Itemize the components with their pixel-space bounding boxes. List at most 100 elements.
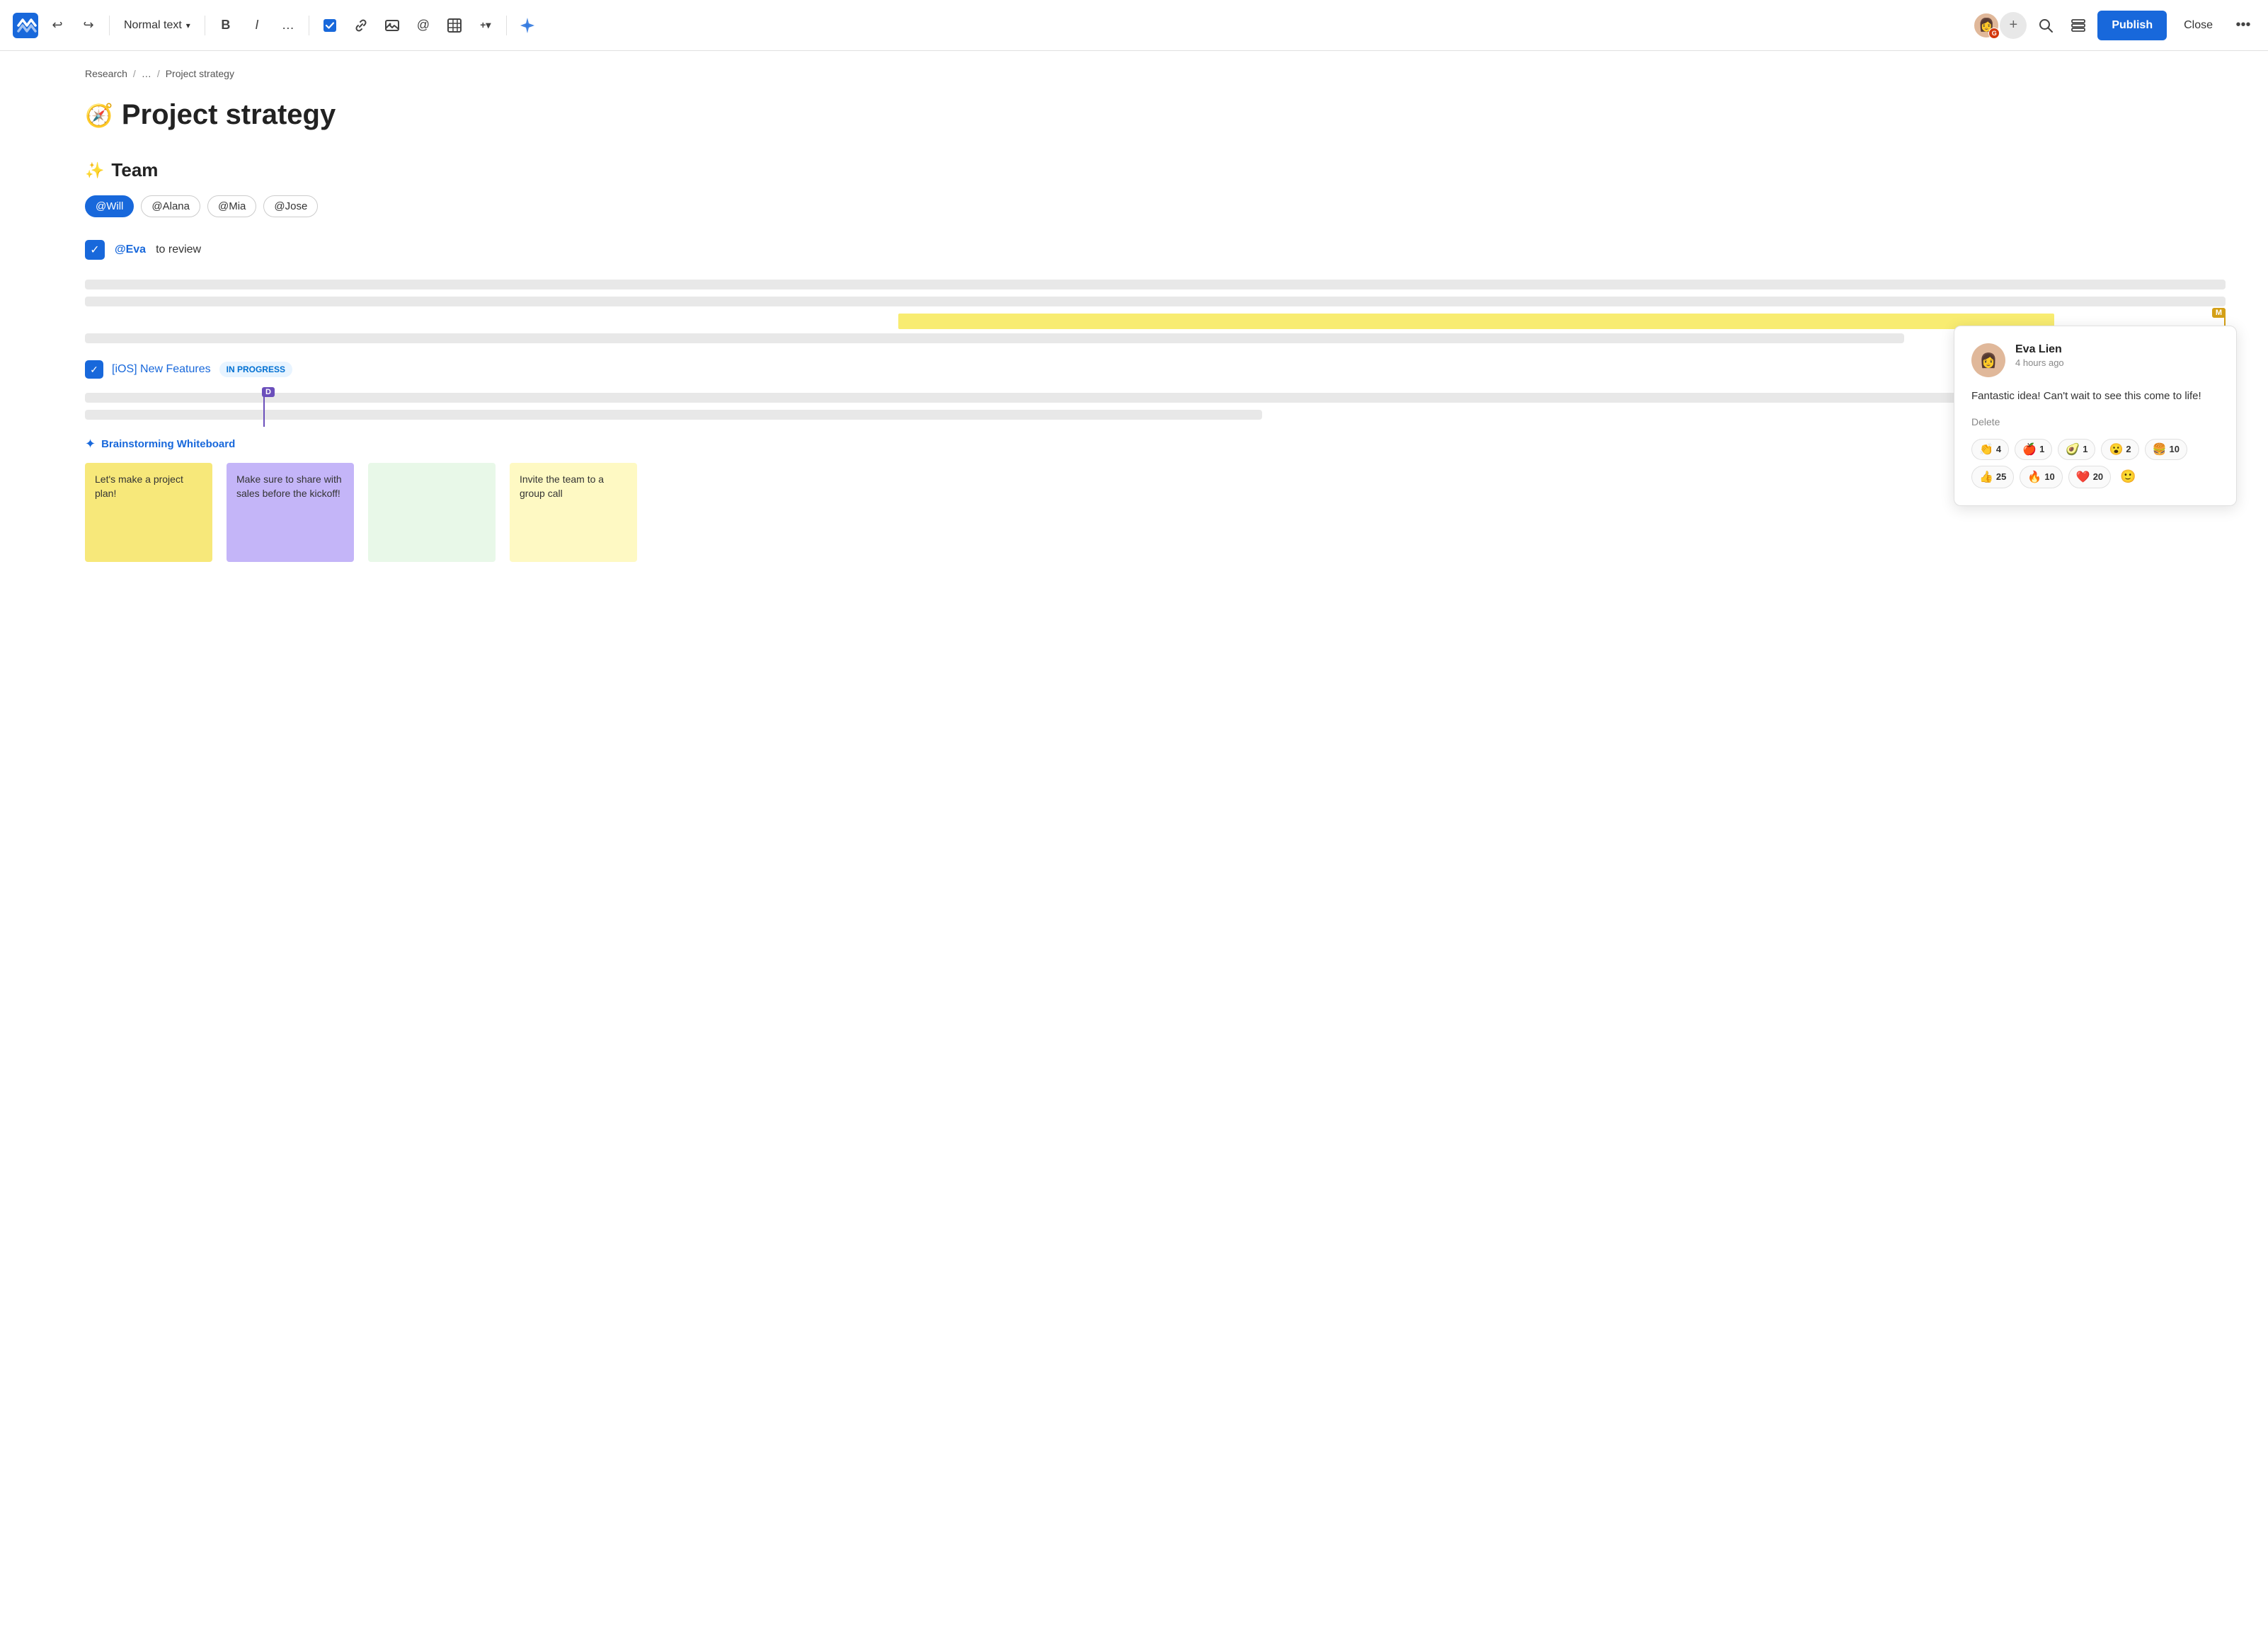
chevron-down-icon: ▾: [186, 21, 190, 30]
breadcrumb-sep-2: /: [157, 68, 160, 79]
team-tags: @Will @Alana @Mia @Jose: [85, 195, 2226, 217]
reaction-avocado[interactable]: 🥑 1: [2058, 439, 2095, 460]
task-mention[interactable]: @Eva: [115, 243, 146, 256]
italic-button[interactable]: I: [244, 12, 270, 39]
undo-button[interactable]: ↩: [44, 12, 71, 39]
reaction-thumbsup[interactable]: 👍 25: [1971, 466, 2014, 488]
reaction-emoji-clap: 👏: [1979, 442, 1993, 457]
whiteboard-grid: Let's make a project plan! Make sure to …: [85, 463, 2226, 562]
task-row: ✓ @Eva to review: [85, 240, 2226, 260]
content-line-post: [85, 333, 1904, 343]
link-insert-button[interactable]: [348, 12, 374, 39]
reaction-emoji-avocado: 🥑: [2066, 442, 2080, 457]
reaction-count-heart: 20: [2093, 471, 2103, 482]
reaction-fire[interactable]: 🔥 10: [2020, 466, 2062, 488]
image-insert-button[interactable]: [379, 12, 406, 39]
more-options-button[interactable]: •••: [2230, 12, 2257, 39]
tag-jose[interactable]: @Jose: [263, 195, 318, 217]
toolbar-right: 👩 G + Publish Close •••: [1973, 11, 2257, 40]
reaction-burger[interactable]: 🍔 10: [2145, 439, 2187, 460]
view-mode-button[interactable]: [2065, 12, 2092, 39]
main-content: Research / … / Project strategy 🧭 Projec…: [0, 51, 2268, 1625]
breadcrumb-sep-1: /: [133, 68, 136, 79]
reaction-emoji-fire: 🔥: [2027, 470, 2041, 484]
comment-text: Fantastic idea! Can't wait to see this c…: [1971, 389, 2219, 405]
reaction-count-thumbsup: 25: [1996, 471, 2006, 482]
comment-delete-button[interactable]: Delete: [1971, 416, 2219, 427]
reaction-count-clap: 4: [1996, 444, 2001, 454]
redo-button[interactable]: ↪: [75, 12, 102, 39]
sticky-note-3: [368, 463, 496, 562]
close-button[interactable]: Close: [2172, 11, 2224, 40]
tag-mia[interactable]: @Mia: [207, 195, 256, 217]
sticky-note-2: Make sure to share with sales before the…: [227, 463, 354, 562]
ios-checkbox[interactable]: ✓: [85, 360, 103, 379]
highlighted-row: M: [85, 297, 2226, 343]
table-insert-button[interactable]: [441, 12, 468, 39]
whiteboard-section: ✦ Brainstorming Whiteboard Let's make a …: [85, 437, 2226, 562]
whiteboard-icon: ✦: [85, 437, 96, 452]
reactions: 👏 4 🍎 1 🥑 1 😮 2 🍔 10 👍 25: [1971, 439, 2219, 488]
user-avatar-wrap: 👩 G: [1973, 12, 2000, 39]
text-format-label: Normal text: [124, 19, 182, 32]
cursor-line-d: [263, 393, 265, 427]
ios-task-link[interactable]: [iOS] New Features: [112, 363, 211, 376]
d-line-2: [85, 410, 1262, 420]
reaction-heart[interactable]: ❤️ 20: [2068, 466, 2111, 488]
add-collaborator-button[interactable]: +: [2000, 12, 2027, 39]
reaction-clap[interactable]: 👏 4: [1971, 439, 2009, 460]
comment-panel: 👩 Eva Lien 4 hours ago Fantastic idea! C…: [1954, 326, 2237, 506]
reaction-emoji-apple: 🍎: [2022, 442, 2037, 457]
comment-header: 👩 Eva Lien 4 hours ago: [1971, 343, 2219, 377]
insert-more-button[interactable]: +▾: [472, 12, 499, 39]
breadcrumb: Research / … / Project strategy: [85, 68, 2226, 79]
team-heading-row: ✨ Team: [85, 159, 2226, 181]
reaction-apple[interactable]: 🍎 1: [2015, 439, 2052, 460]
team-heading[interactable]: Team: [111, 159, 158, 181]
reaction-count-avocado: 1: [2083, 444, 2087, 454]
page-title-icon: 🧭: [85, 102, 113, 129]
ios-task-row: ✓ [iOS] New Features IN PROGRESS: [85, 360, 2226, 379]
reaction-count-wow: 2: [2126, 444, 2131, 454]
breadcrumb-current: Project strategy: [166, 68, 234, 79]
whiteboard-title[interactable]: Brainstorming Whiteboard: [101, 438, 235, 450]
reaction-count-apple: 1: [2039, 444, 2044, 454]
app-logo[interactable]: [11, 11, 40, 40]
reaction-count-fire: 10: [2044, 471, 2054, 482]
divider-4: [506, 16, 507, 35]
comment-author: Eva Lien: [2015, 343, 2219, 356]
reaction-emoji-burger: 🍔: [2153, 442, 2167, 457]
reaction-wow[interactable]: 😮 2: [2101, 439, 2138, 460]
task-checkbox[interactable]: ✓: [85, 240, 105, 260]
content-line-pre: [85, 297, 2226, 306]
ios-status-badge: IN PROGRESS: [219, 362, 292, 377]
tag-alana[interactable]: @Alana: [141, 195, 200, 217]
sticky-note-1: Let's make a project plan!: [85, 463, 212, 562]
breadcrumb-research[interactable]: Research: [85, 68, 127, 79]
d-line-1: [85, 393, 2226, 403]
whiteboard-header: ✦ Brainstorming Whiteboard: [85, 437, 2226, 452]
divider-1: [109, 16, 110, 35]
comment-meta: Eva Lien 4 hours ago: [2015, 343, 2219, 368]
reaction-emoji-heart: ❤️: [2076, 470, 2090, 484]
breadcrumb-ellipsis[interactable]: …: [142, 68, 151, 79]
page-title[interactable]: Project strategy: [122, 99, 336, 131]
comment-time: 4 hours ago: [2015, 357, 2219, 368]
reaction-emoji-thumbsup: 👍: [1979, 470, 1993, 484]
mention-insert-button[interactable]: @: [410, 12, 437, 39]
add-reaction-button[interactable]: 🙂: [2117, 466, 2139, 488]
text-format-dropdown[interactable]: Normal text ▾: [117, 12, 197, 39]
d-cursor-section: D: [85, 393, 2226, 420]
task-text: to review: [156, 243, 201, 256]
publish-button[interactable]: Publish: [2097, 11, 2167, 40]
bold-button[interactable]: B: [212, 12, 239, 39]
ai-button[interactable]: [514, 12, 541, 39]
checkbox-insert-button[interactable]: [316, 12, 343, 39]
comment-avatar: 👩: [1971, 343, 2005, 377]
tag-will[interactable]: @Will: [85, 195, 134, 217]
avatar-badge: G: [1988, 28, 2000, 39]
search-button[interactable]: [2032, 12, 2059, 39]
more-format-button[interactable]: …: [275, 12, 302, 39]
sticky-note-4: Invite the team to a group call: [510, 463, 637, 562]
highlight-bar: [898, 314, 2054, 329]
